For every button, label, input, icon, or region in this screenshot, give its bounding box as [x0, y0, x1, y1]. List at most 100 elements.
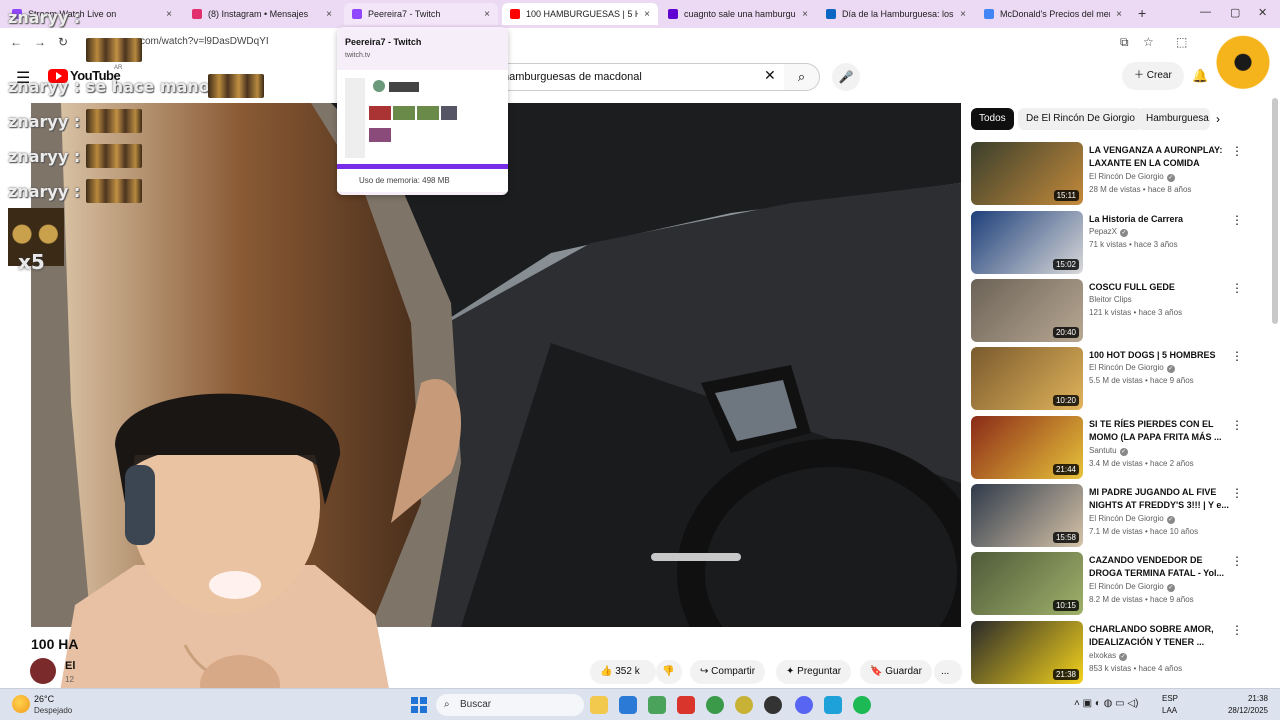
- address-bar[interactable]: com/watch?v=l9DasDWDqYI: [140, 36, 269, 47]
- store-icon[interactable]: [619, 696, 637, 714]
- more-options-icon[interactable]: ⋮: [1231, 418, 1243, 432]
- video-title[interactable]: SI TE RÍES PIERDES CON EL MOMO (LA PAPA …: [1089, 418, 1229, 444]
- video-title[interactable]: 100 HOT DOGS | 5 HOMBRES: [1089, 349, 1229, 362]
- tab-twitch[interactable]: Peereira7 - Twitch ×: [344, 3, 498, 25]
- video-title[interactable]: CAZANDO VENDEDOR DE DROGA TERMINA FATAL …: [1089, 554, 1229, 580]
- input-layout[interactable]: LAA: [1162, 706, 1177, 715]
- minimize-icon[interactable]: —: [1200, 6, 1211, 18]
- clock-time[interactable]: 21:38: [1228, 694, 1268, 703]
- tab-close-icon[interactable]: ×: [1116, 9, 1122, 20]
- forward-icon[interactable]: →: [34, 35, 46, 49]
- tab-hamburger-day[interactable]: Día de la Hamburguesa: los pr ×: [818, 3, 974, 25]
- more-options-icon[interactable]: ⋮: [1231, 213, 1243, 227]
- video-channel[interactable]: PepazX ✓: [1089, 227, 1129, 237]
- more-options-icon[interactable]: ⋮: [1231, 486, 1243, 500]
- video-channel[interactable]: El Rincón De Giorgio ✓: [1089, 582, 1175, 592]
- discord-icon[interactable]: [795, 696, 813, 714]
- recommendation-item[interactable]: 10:20 100 HOT DOGS | 5 HOMBRES El Rincón…: [971, 347, 1246, 411]
- tab-instagram[interactable]: (8) Instagram • Mensajes ×: [184, 3, 340, 25]
- bookmark-star-icon[interactable]: ☆: [1143, 35, 1154, 49]
- weather-description[interactable]: Despejado: [34, 706, 72, 715]
- app-icon[interactable]: [764, 696, 782, 714]
- recommendation-item[interactable]: 20:40 COSCU FULL GEDE Bleitor Clips 121 …: [971, 279, 1246, 343]
- tab-close-icon[interactable]: ×: [484, 9, 490, 20]
- window-close-icon[interactable]: ✕: [1258, 6, 1267, 19]
- app-icon[interactable]: [677, 696, 695, 714]
- video-channel[interactable]: Bleitor Clips: [1089, 295, 1132, 304]
- video-title[interactable]: COSCU FULL GEDE: [1089, 281, 1229, 294]
- more-options-icon[interactable]: ⋮: [1231, 623, 1243, 637]
- video-thumbnail[interactable]: 20:40: [971, 279, 1083, 342]
- back-icon[interactable]: ←: [10, 35, 22, 49]
- tab-close-icon[interactable]: ×: [802, 9, 808, 20]
- chevron-right-icon[interactable]: ›: [1216, 112, 1220, 126]
- system-tray[interactable]: ˄ ▣ ◐ ◍ ▭ ◁): [1074, 698, 1138, 709]
- like-button[interactable]: 👍 352 k: [590, 660, 656, 684]
- share-button[interactable]: ↪ Compartir: [690, 660, 766, 684]
- ask-button[interactable]: ✦ Preguntar: [776, 660, 852, 684]
- video-thumbnail[interactable]: 10:20: [971, 347, 1083, 410]
- tab-close-icon[interactable]: ×: [960, 9, 966, 20]
- channel-avatar[interactable]: [30, 658, 56, 684]
- search-button[interactable]: ⌕: [784, 63, 820, 91]
- chrome-profile-icon[interactable]: [735, 696, 753, 714]
- app-icon[interactable]: [824, 696, 842, 714]
- search-input[interactable]: hamburguesas de macdonal: [490, 63, 790, 91]
- recommendation-item[interactable]: 21:38 CHARLANDO SOBRE AMOR, IDEALIZACIÓN…: [971, 621, 1246, 685]
- voice-search-icon[interactable]: 🎤: [832, 63, 860, 91]
- video-channel[interactable]: El Rincón De Giorgio ✓: [1089, 514, 1175, 524]
- more-options-icon[interactable]: ⋮: [1231, 144, 1243, 158]
- video-thumbnail[interactable]: 15:11: [971, 142, 1083, 205]
- chip-all[interactable]: Todos: [971, 108, 1014, 130]
- tab-close-icon[interactable]: ×: [166, 9, 172, 20]
- spotify-icon[interactable]: [853, 696, 871, 714]
- tab-close-icon[interactable]: ×: [326, 9, 332, 20]
- more-options-icon[interactable]: ⋮: [1231, 281, 1243, 295]
- input-language[interactable]: ESP: [1162, 694, 1178, 703]
- new-tab-button[interactable]: +: [1138, 5, 1146, 21]
- maximize-icon[interactable]: ▢: [1230, 6, 1240, 19]
- windows-start-icon[interactable]: [411, 697, 427, 713]
- chrome-icon[interactable]: [706, 696, 724, 714]
- taskbar-search-box[interactable]: Buscar: [436, 694, 584, 716]
- weather-sun-icon[interactable]: [12, 695, 30, 713]
- clear-search-icon[interactable]: ✕: [764, 67, 776, 84]
- recommendation-item[interactable]: 15:02 La Historia de Carrera PepazX ✓ 71 …: [971, 211, 1246, 275]
- video-thumbnail[interactable]: 21:38: [971, 621, 1083, 684]
- channel-name-main[interactable]: El: [65, 660, 75, 672]
- recommendation-item[interactable]: 10:15 CAZANDO VENDEDOR DE DROGA TERMINA …: [971, 552, 1246, 616]
- dislike-button[interactable]: 👎: [656, 660, 682, 684]
- page-scrollbar[interactable]: [1272, 98, 1278, 324]
- tab-youtube[interactable]: 100 HAMBURGUESAS | 5 HOM ×: [502, 3, 658, 25]
- video-channel[interactable]: El Rincón De Giorgio ✓: [1089, 363, 1175, 373]
- extensions-icon[interactable]: ⬚: [1176, 35, 1187, 49]
- tab-mcdonalds[interactable]: McDonald's Precios del menú ×: [976, 3, 1130, 25]
- video-channel[interactable]: El Rincón De Giorgio ✓: [1089, 172, 1175, 182]
- clock-date[interactable]: 28/12/2025: [1222, 706, 1268, 715]
- video-title[interactable]: MI PADRE JUGANDO AL FIVE NIGHTS AT FREDD…: [1089, 486, 1229, 512]
- notifications-bell-icon[interactable]: 🔔: [1192, 68, 1208, 84]
- video-thumbnail[interactable]: 10:15: [971, 552, 1083, 615]
- video-title[interactable]: CHARLANDO SOBRE AMOR, IDEALIZACIÓN Y TEN…: [1089, 623, 1229, 649]
- chip-hamburguesa[interactable]: Hamburguesa: [1138, 108, 1210, 130]
- chip-channel[interactable]: De El Rincón De Giorgio: [1018, 108, 1143, 130]
- install-app-icon[interactable]: ⧉: [1120, 35, 1129, 50]
- recommendation-item[interactable]: 21:44 SI TE RÍES PIERDES CON EL MOMO (LA…: [971, 416, 1246, 480]
- tab-close-icon[interactable]: ×: [644, 9, 650, 20]
- video-thumbnail[interactable]: 21:44: [971, 416, 1083, 479]
- video-title[interactable]: LA VENGANZA A AURONPLAY: LAXANTE EN LA C…: [1089, 144, 1229, 170]
- video-thumbnail[interactable]: 15:58: [971, 484, 1083, 547]
- reload-icon[interactable]: ↻: [58, 35, 68, 49]
- save-button[interactable]: 🔖 Guardar: [860, 660, 932, 684]
- more-options-icon[interactable]: ⋮: [1231, 349, 1243, 363]
- more-options-icon[interactable]: ⋮: [1231, 554, 1243, 568]
- video-channel[interactable]: Santutu ✓: [1089, 446, 1128, 456]
- video-title[interactable]: La Historia de Carrera: [1089, 213, 1229, 226]
- more-actions-button[interactable]: ...: [934, 660, 962, 684]
- tab-yahoo[interactable]: cuagnto sale una hamburguesa ×: [660, 3, 816, 25]
- video-thumbnail[interactable]: 15:02: [971, 211, 1083, 274]
- weather-temperature[interactable]: 26°C: [34, 694, 54, 704]
- file-explorer-icon[interactable]: [590, 696, 608, 714]
- app-icon[interactable]: [648, 696, 666, 714]
- video-channel[interactable]: elxokas ✓: [1089, 651, 1128, 661]
